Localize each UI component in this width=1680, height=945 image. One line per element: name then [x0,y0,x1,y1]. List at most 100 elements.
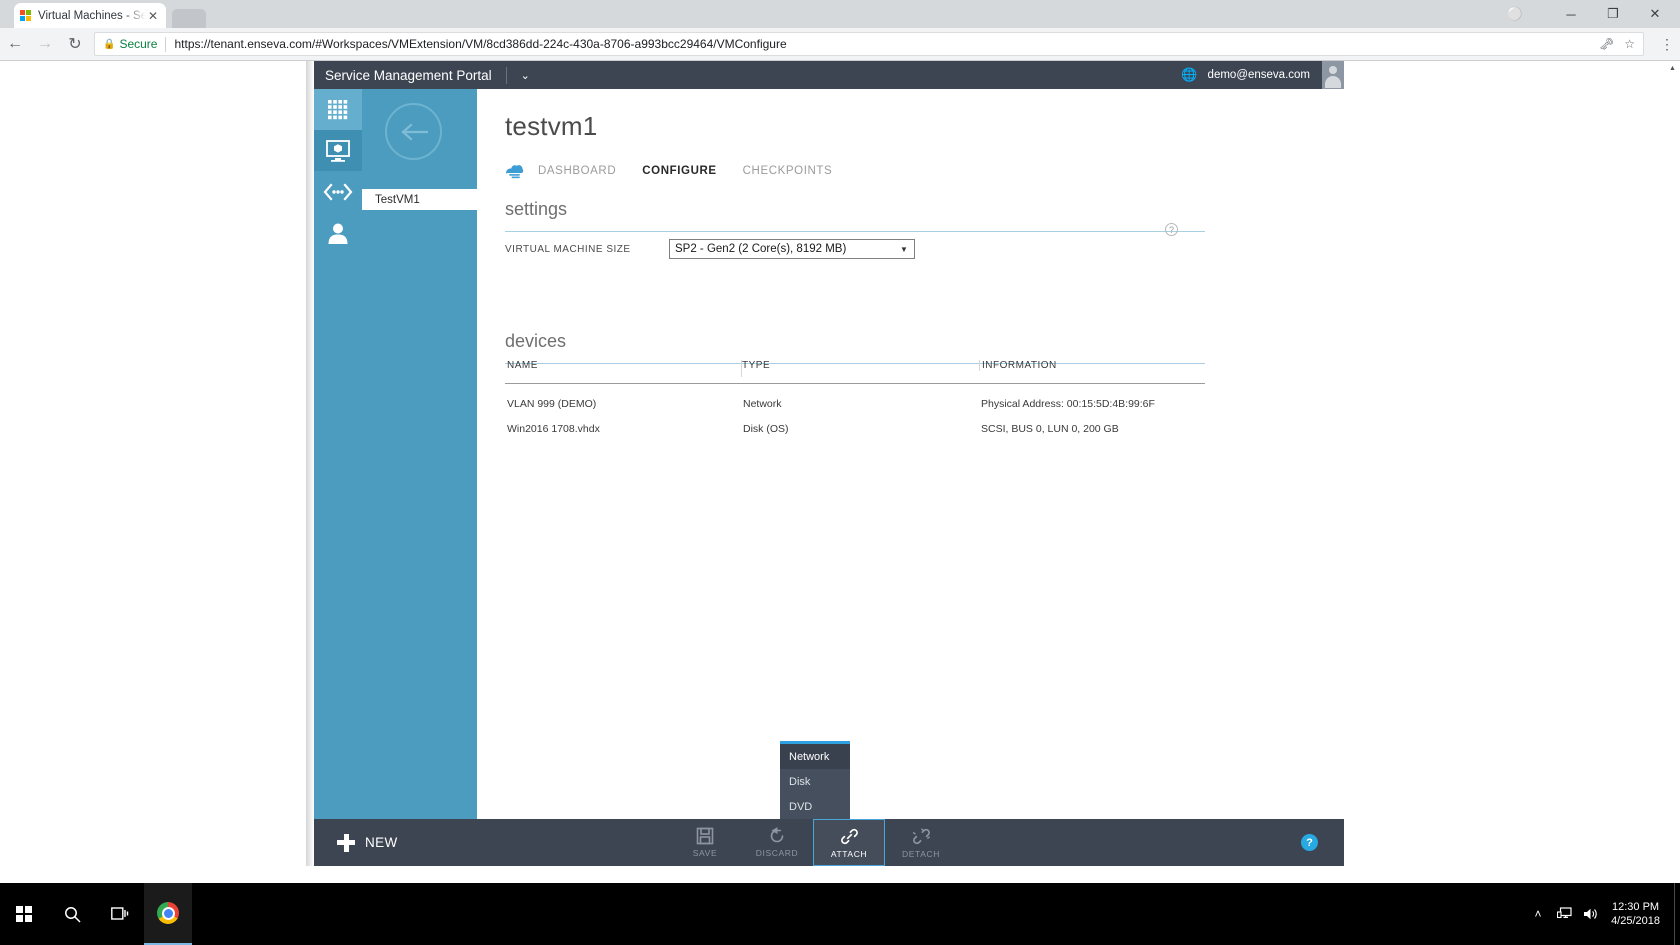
cell-type: Disk (OS) [743,422,789,435]
sidebar-item-virtual-machines[interactable] [314,130,362,171]
maximize-button[interactable]: ❐ [1592,0,1634,28]
save-icon [696,827,714,845]
windows-start-icon [15,905,33,923]
command-bar: NEW SAVE DISCARD ATTACH DETACH ? [314,819,1344,866]
column-header-type: TYPE [741,360,979,377]
omnibox-actions: 🗝 ☆ [1599,37,1635,51]
page-scrollbar[interactable]: ▲ [1665,61,1680,883]
browser-tab-strip: Virtual Machines - Servic ✕ ⚪ ─ ❐ ✕ [0,0,1680,28]
portal-header: Service Management Portal ⌄ 🌐 demo@ensev… [314,61,1344,89]
plus-icon [337,833,355,852]
discard-button-label: DISCARD [755,848,799,858]
page-viewport: Service Management Portal ⌄ 🌐 demo@ensev… [0,61,1680,883]
tab-checkpoints[interactable]: CHECKPOINTS [743,165,833,177]
page-shadow [306,61,314,866]
settings-rule [505,231,1205,232]
attach-button-label: ATTACH [830,848,868,859]
panel-item-label: TestVM1 [375,193,420,206]
table-row[interactable]: Win2016 1708.vhdx Disk (OS) SCSI, BUS 0,… [505,416,1205,441]
chrome-icon [157,902,179,924]
search-button[interactable] [48,883,96,945]
help-button[interactable]: ? [1301,834,1318,851]
chrome-menu-icon[interactable]: ⋮ [1654,37,1680,51]
address-bar[interactable]: 🔒 Secure https://tenant.enseva.com/#Work… [94,32,1644,56]
settings-help-icon[interactable]: ? [1165,223,1178,236]
start-button[interactable] [0,883,48,945]
network-tray-icon[interactable] [1551,883,1577,945]
header-divider [505,66,507,84]
windows-taskbar: ˄ 12:30 PM 4/25/2018 [0,883,1680,945]
attach-menu-item-network[interactable]: Network [780,744,850,769]
tab-dashboard[interactable]: DASHBOARD [538,165,616,177]
forward-icon[interactable]: → [30,28,60,61]
chevron-down-icon[interactable]: ⌄ [521,69,530,82]
back-arrow-icon [400,122,428,141]
globe-icon[interactable]: 🌐 [1181,67,1197,83]
secure-label: Secure [119,37,158,51]
task-view-button[interactable] [96,883,144,945]
discard-button[interactable]: DISCARD [741,819,813,866]
portal-content: testvm1 DASHBOARD CONFIGURE CHECKPOINTS … [477,89,1344,837]
avatar[interactable] [1322,61,1344,89]
close-icon[interactable]: ✕ [146,9,160,23]
attach-link-icon [840,828,858,844]
windows-logo-icon [20,9,32,22]
taskbar-clock[interactable]: 12:30 PM 4/25/2018 [1603,900,1674,928]
vm-size-select[interactable]: SP2 - Gen2 (2 Core(s), 8192 MB) ▼ [669,239,915,259]
show-desktop-button[interactable] [1674,883,1680,945]
clock-date: 4/25/2018 [1611,915,1660,927]
vm-size-value: SP2 - Gen2 (2 Core(s), 8192 MB) [675,243,847,255]
portal-tabs: DASHBOARD CONFIGURE CHECKPOINTS [505,163,858,179]
browser-tab-title: Virtual Machines - Servic [38,9,146,22]
browser-toolbar: ← → ↻ 🔒 Secure https://tenant.enseva.com… [0,28,1680,61]
close-window-button[interactable]: ✕ [1634,0,1676,28]
sidebar-item-networks[interactable] [314,171,362,212]
key-icon[interactable]: 🗝 [1599,37,1614,51]
back-icon[interactable]: ← [0,28,30,61]
user-icon [328,223,348,244]
column-header-name: NAME [507,360,538,371]
volume-icon[interactable] [1577,883,1603,945]
new-tab-button[interactable] [172,9,206,28]
bookmark-star-icon[interactable]: ☆ [1624,37,1635,51]
chevron-down-icon[interactable]: ▼ [897,240,911,258]
column-header-information: INFORMATION [979,360,1205,371]
scroll-up-arrow[interactable]: ▲ [1665,61,1680,76]
table-row[interactable]: VLAN 999 (DEMO) Network Physical Address… [505,391,1205,416]
browser-tab[interactable]: Virtual Machines - Servic ✕ [14,3,166,28]
sidebar-item-user-accounts[interactable] [314,212,362,253]
window-controls: ⚪ ─ ❐ ✕ [1494,0,1676,28]
sidebar-item-all-items[interactable] [314,89,362,130]
devices-table: NAME TYPE INFORMATION VLAN 999 (DEMO) Ne… [505,360,1205,441]
cell-name: Win2016 1708.vhdx [507,422,600,435]
detach-button[interactable]: DETACH [885,819,957,866]
portal-icon-rail [314,89,362,837]
attach-button[interactable]: ATTACH [813,819,885,866]
panel-item-testvm1[interactable]: TestVM1 [362,189,477,210]
reload-icon[interactable]: ↻ [60,28,90,61]
attach-menu-item-disk[interactable]: Disk [780,769,850,794]
detach-link-icon [912,828,930,844]
lock-icon: 🔒 [103,38,116,50]
omnibox-divider [165,36,167,52]
attach-menu-item-dvd[interactable]: DVD [780,794,850,819]
vm-monitor-icon [326,139,350,162]
clock-time: 12:30 PM [1611,901,1660,913]
settings-heading: settings [505,199,568,219]
cell-information: Physical Address: 00:15:5D:4B:99:6F [981,397,1155,410]
grid-icon [328,99,348,119]
user-email[interactable]: demo@enseva.com [1208,69,1310,81]
cell-type: Network [743,397,782,410]
tray-chevron-icon[interactable]: ˄ [1525,883,1551,945]
network-icon [323,182,353,201]
save-button[interactable]: SAVE [669,819,741,866]
devices-table-header: NAME TYPE INFORMATION [505,360,1205,384]
minimize-button[interactable]: ─ [1550,0,1592,28]
attach-menu: Network Disk DVD [780,741,850,819]
tab-configure[interactable]: CONFIGURE [642,165,716,177]
taskbar-chrome-button[interactable] [144,883,192,945]
profile-icon[interactable]: ⚪ [1494,0,1536,28]
back-navigation-button[interactable] [385,103,442,160]
system-tray: ˄ 12:30 PM 4/25/2018 [1525,883,1680,945]
new-button[interactable]: NEW [337,833,398,852]
